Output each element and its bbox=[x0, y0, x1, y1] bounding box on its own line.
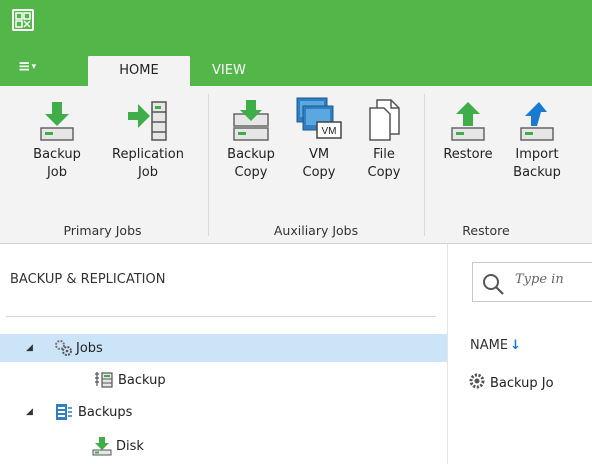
tab-view[interactable]: VIEW bbox=[196, 56, 262, 86]
tree-item-backups[interactable]: ◢ Backups bbox=[0, 398, 447, 426]
ribbon: Backup Job Replication Job Primary Jobs bbox=[0, 86, 592, 244]
expand-arrow-icon[interactable]: ◢ bbox=[26, 343, 33, 353]
replication-job-icon bbox=[98, 86, 198, 146]
tree-item-jobs[interactable]: ◢ Jobs bbox=[0, 334, 447, 362]
import-backup-icon bbox=[506, 86, 568, 146]
group-auxiliary-jobs: Backup Copy VM VM Copy File Copy Auxilia… bbox=[210, 86, 422, 244]
file-copy-icon bbox=[356, 86, 412, 146]
tree-item-label: Disk bbox=[116, 438, 144, 454]
tree-item-label: Backups bbox=[78, 404, 133, 420]
search-box[interactable] bbox=[472, 262, 592, 302]
backup-job-button[interactable]: Backup Job bbox=[22, 86, 92, 182]
app-logo-icon bbox=[12, 9, 34, 31]
import-backup-button[interactable]: Import Backup bbox=[506, 86, 568, 182]
group-restore: Restore Import Backup Restore bbox=[426, 86, 592, 244]
tree-item-disk[interactable]: Disk bbox=[0, 432, 447, 460]
gears-icon bbox=[54, 339, 74, 357]
column-header-name[interactable]: NAME ↓ bbox=[470, 338, 521, 353]
job-gear-icon bbox=[468, 372, 486, 394]
hamburger-icon: ≡ bbox=[18, 57, 31, 75]
search-icon bbox=[481, 272, 505, 300]
nav-divider bbox=[6, 316, 436, 317]
backup-job-icon bbox=[22, 86, 92, 146]
main-menu-button[interactable]: ≡ ▾ bbox=[18, 57, 36, 75]
panel-separator[interactable] bbox=[447, 244, 448, 464]
vm-copy-icon: VM bbox=[288, 86, 350, 146]
file-copy-button[interactable]: File Copy bbox=[356, 86, 412, 182]
replication-job-button[interactable]: Replication Job bbox=[98, 86, 198, 182]
disk-icon bbox=[92, 436, 112, 456]
backup-job-small-icon bbox=[94, 371, 114, 389]
tree-item-label: Jobs bbox=[76, 340, 103, 356]
ribbon-separator bbox=[424, 94, 425, 236]
title-bar bbox=[0, 0, 592, 44]
group-label-restore: Restore bbox=[462, 223, 510, 238]
backups-icon bbox=[54, 402, 74, 422]
ribbon-separator bbox=[208, 94, 209, 236]
ribbon-tab-bar: ≡ ▾ HOME VIEW bbox=[0, 44, 592, 86]
backup-copy-button[interactable]: Backup Copy bbox=[218, 86, 284, 182]
tree-item-label: Backup bbox=[118, 372, 166, 388]
svg-text:VM: VM bbox=[322, 126, 337, 137]
tab-home[interactable]: HOME bbox=[88, 56, 190, 86]
backup-copy-icon bbox=[218, 86, 284, 146]
restore-button[interactable]: Restore bbox=[432, 86, 504, 182]
group-label-auxiliary-jobs: Auxiliary Jobs bbox=[273, 223, 359, 238]
tree-item-backup[interactable]: Backup bbox=[0, 366, 447, 394]
nav-pane-title: BACKUP & REPLICATION bbox=[10, 272, 166, 287]
list-item[interactable]: Backup Jo bbox=[468, 372, 554, 394]
expand-arrow-icon[interactable]: ◢ bbox=[26, 407, 33, 417]
restore-icon bbox=[432, 86, 504, 146]
search-input[interactable] bbox=[515, 272, 592, 287]
vm-copy-button[interactable]: VM VM Copy bbox=[288, 86, 350, 182]
group-primary-jobs: Backup Job Replication Job Primary Jobs bbox=[0, 86, 205, 244]
caret-down-icon: ▾ bbox=[31, 62, 36, 72]
group-label-primary-jobs: Primary Jobs bbox=[63, 223, 142, 238]
sort-down-arrow-icon: ↓ bbox=[510, 338, 521, 353]
